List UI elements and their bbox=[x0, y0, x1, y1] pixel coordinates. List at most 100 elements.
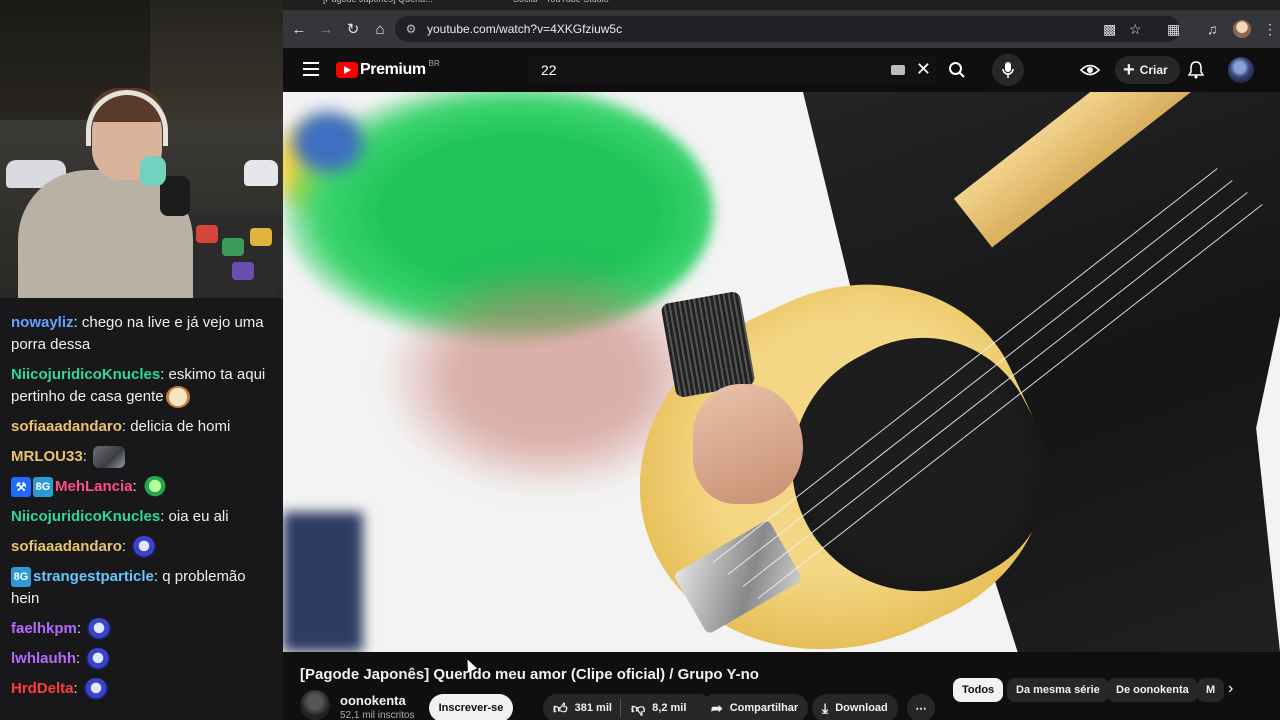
clear-search-icon[interactable]: ✕ bbox=[916, 59, 931, 80]
media-controls-icon[interactable]: ♫ bbox=[1207, 10, 1218, 48]
chat-username[interactable]: sofiaaadandaro bbox=[11, 418, 122, 435]
create-button[interactable]: + Criar bbox=[1115, 56, 1180, 84]
chat-message: ⚒ 8G MehLancia: bbox=[11, 476, 273, 499]
dislike-count: 8,2 mil bbox=[652, 702, 687, 714]
laptop-sticker bbox=[250, 228, 272, 246]
webcam-window-background bbox=[150, 0, 283, 120]
channel-avatar[interactable] bbox=[300, 690, 330, 720]
striped-wristband bbox=[660, 290, 756, 399]
tab-youtube-video[interactable]: [Pagode Japonês] Querid... bbox=[323, 0, 433, 8]
browser-window: [Pagode Japonês] Querid... Social - YouT… bbox=[283, 0, 1280, 720]
chip-todos[interactable]: Todos bbox=[953, 678, 1004, 702]
video-title: [Pagode Japonês] Querido meu amor (Clipe… bbox=[300, 666, 759, 683]
chat-message: HrdDelta: bbox=[11, 678, 273, 701]
laptop-sticker bbox=[232, 262, 254, 280]
chat-username[interactable]: MRLOU33 bbox=[11, 448, 83, 465]
subscriber-badge-icon[interactable]: 8G bbox=[11, 567, 31, 588]
chat-emote-icon bbox=[93, 446, 126, 469]
search-input[interactable]: 22 ✕ bbox=[527, 56, 937, 84]
stream-chat: nowayliz: chego na live e já vejo uma po… bbox=[0, 298, 283, 720]
chat-separator: : bbox=[121, 418, 131, 436]
chat-separator: : bbox=[82, 448, 92, 466]
dislike-button[interactable]: 👎︎ 8,2 mil bbox=[621, 694, 694, 720]
youtube-header: Premium BR 22 ✕ + Criar bbox=[283, 48, 1280, 92]
moderator-badge-icon[interactable]: ⚒ bbox=[11, 477, 31, 498]
chat-separator: : bbox=[153, 568, 163, 586]
search-button-icon[interactable] bbox=[941, 54, 973, 86]
chat-username[interactable]: sofiaaadandaro bbox=[11, 538, 122, 555]
notifications-bell-icon[interactable] bbox=[1180, 54, 1212, 86]
address-bar[interactable]: ⚙ youtube.com/watch?v=4XKGfziuw5c bbox=[395, 16, 1180, 42]
thumbs-up-icon: 👍︎ bbox=[553, 699, 568, 716]
chip-same-series[interactable]: Da mesma série bbox=[1007, 678, 1109, 702]
video-player[interactable] bbox=[283, 92, 1280, 652]
site-info-icon[interactable]: ⚙ bbox=[403, 21, 419, 37]
chat-username[interactable]: MehLancia bbox=[55, 478, 133, 495]
chat-message: nowayliz: chego na live e já vejo uma po… bbox=[11, 312, 273, 356]
chevron-right-icon[interactable]: › bbox=[1228, 680, 1233, 698]
like-button[interactable]: 👍︎ 381 mil bbox=[543, 694, 620, 720]
chip-more[interactable]: M bbox=[1197, 678, 1225, 702]
tab-youtube-studio[interactable]: Social - YouTube Studio bbox=[513, 0, 609, 8]
thumbs-down-icon: 👎︎ bbox=[630, 699, 646, 716]
more-actions-icon[interactable]: ⋯ bbox=[907, 694, 935, 720]
chat-message: NiicojuridicoKnucles: oia eu ali bbox=[11, 506, 273, 528]
voice-search-icon[interactable] bbox=[992, 54, 1024, 86]
chat-username[interactable]: strangestparticle bbox=[33, 568, 154, 585]
chat-message: 8G strangestparticle: q problemão hein bbox=[11, 566, 273, 610]
home-icon[interactable]: ⌂ bbox=[366, 10, 394, 48]
chat-emote-icon bbox=[165, 386, 190, 409]
chat-emote-icon bbox=[132, 536, 157, 559]
forward-icon[interactable]: → bbox=[312, 10, 340, 48]
chat-separator: : bbox=[121, 538, 131, 556]
bookmark-star-icon[interactable]: ☆ bbox=[1129, 10, 1142, 48]
download-label: Download bbox=[835, 702, 888, 714]
reload-icon[interactable]: ↻ bbox=[339, 10, 367, 48]
chat-username[interactable]: NiicojuridicoKnucles bbox=[11, 508, 160, 525]
install-app-icon[interactable]: ▩ bbox=[1103, 10, 1116, 48]
download-button[interactable]: ⤓ Download bbox=[812, 694, 898, 720]
chat-emote-icon bbox=[142, 476, 167, 499]
chat-separator: : bbox=[73, 314, 82, 331]
extensions-icon[interactable]: ▦ bbox=[1167, 10, 1180, 48]
subscriber-badge-icon[interactable]: 8G bbox=[33, 477, 53, 498]
share-button[interactable]: ➦ Compartilhar bbox=[701, 694, 809, 720]
chat-username[interactable]: nowayliz bbox=[11, 314, 74, 331]
share-icon: ➦ bbox=[711, 699, 723, 716]
subscribe-button[interactable]: Inscrever-se bbox=[429, 694, 513, 720]
plus-icon: + bbox=[1123, 59, 1135, 81]
browser-menu-icon[interactable]: ⋮ bbox=[1263, 10, 1277, 48]
chat-username[interactable]: faelhkpm bbox=[11, 620, 77, 637]
tab-strip: [Pagode Japonês] Querid... Social - YouT… bbox=[283, 0, 1280, 10]
chat-emote-icon bbox=[83, 678, 108, 701]
laptop-sticker bbox=[222, 238, 244, 256]
chat-username[interactable]: NiicojuridicoKnucles bbox=[11, 366, 160, 383]
laptop-sticker bbox=[196, 225, 218, 243]
chat-separator: : bbox=[132, 478, 141, 496]
microphone-stand bbox=[160, 176, 190, 216]
like-dislike-bar: 👍︎ 381 mil 👎︎ 8,2 mil bbox=[543, 694, 713, 720]
eye-icon[interactable] bbox=[1074, 54, 1106, 86]
chat-separator: : bbox=[160, 366, 169, 383]
video-info: [Pagode Japonês] Querido meu amor (Clipe… bbox=[283, 652, 1280, 720]
chat-text: oia eu ali bbox=[168, 508, 229, 526]
keyboard-icon[interactable] bbox=[891, 65, 905, 75]
account-avatar[interactable] bbox=[1228, 57, 1254, 83]
youtube-premium-logo[interactable]: Premium BR bbox=[336, 59, 440, 81]
channel-name[interactable]: oonokenta bbox=[340, 693, 406, 708]
back-icon[interactable]: ← bbox=[285, 10, 313, 48]
chat-message: sofiaaadandaro: delicia de homi bbox=[11, 416, 273, 438]
chat-message: NiicojuridicoKnucles: eskimo ta aqui per… bbox=[11, 364, 273, 409]
chat-message: sofiaaadandaro: bbox=[11, 536, 273, 559]
hamburger-menu-icon[interactable] bbox=[299, 58, 323, 82]
chat-username[interactable]: lwhlauhh bbox=[11, 650, 76, 667]
blurred-legs bbox=[283, 512, 363, 652]
chat-username[interactable]: HrdDelta bbox=[11, 680, 74, 697]
chat-text: delicia de homi bbox=[130, 418, 231, 436]
subscriber-count: 52,1 mil inscritos bbox=[340, 710, 415, 720]
logo-word: Premium bbox=[360, 61, 426, 78]
chip-from-channel[interactable]: De oonokenta bbox=[1107, 678, 1198, 702]
chat-separator: : bbox=[160, 508, 169, 526]
like-count: 381 mil bbox=[574, 702, 612, 714]
profile-avatar[interactable] bbox=[1233, 10, 1251, 48]
